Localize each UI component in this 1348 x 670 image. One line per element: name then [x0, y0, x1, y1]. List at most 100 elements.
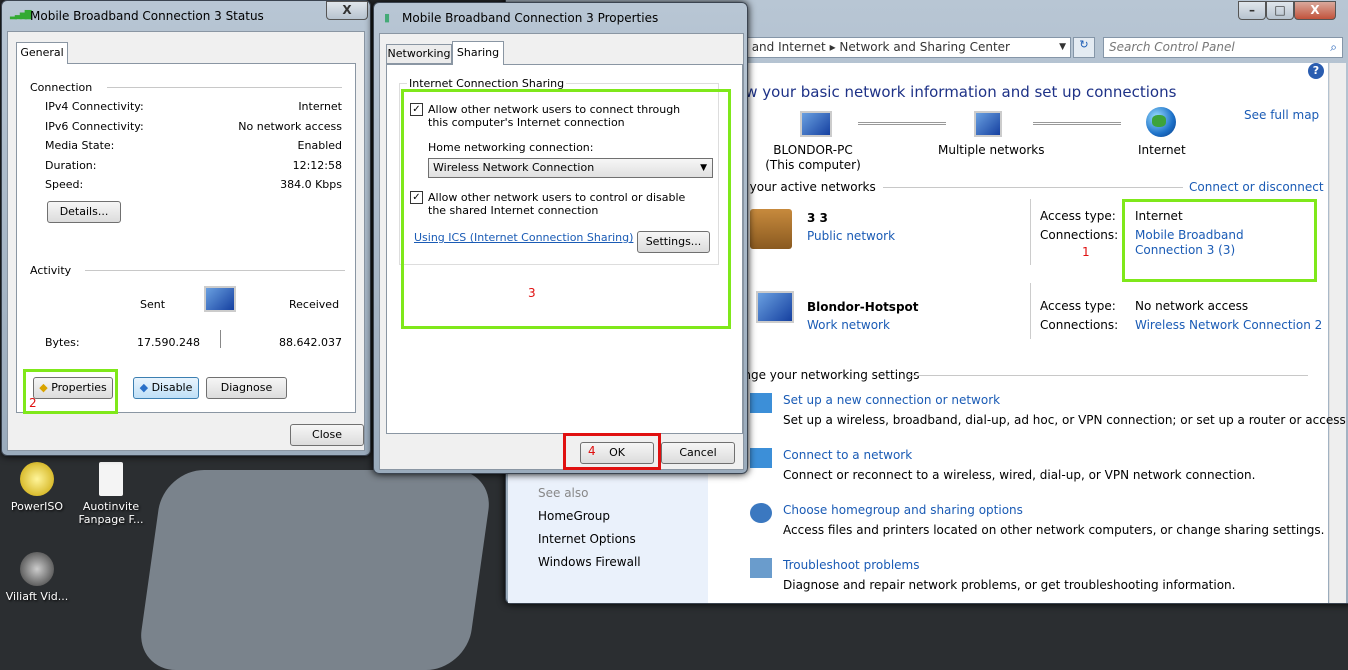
public-network-bench-icon [750, 209, 792, 249]
desktop-icon-auotinvite[interactable]: Auotinvite Fanpage F... [76, 462, 146, 526]
task-link[interactable]: Choose homegroup and sharing options [783, 503, 1023, 517]
close-button[interactable]: X [1294, 1, 1336, 20]
disable-button[interactable]: ◆ Disable [133, 377, 199, 399]
close-window-button[interactable]: X [326, 1, 368, 20]
status-row-value: Enabled [297, 139, 342, 152]
address-bar[interactable]: rk and Internet ▸ Network and Sharing Ce… [731, 37, 1071, 58]
annotation-box-1 [1122, 199, 1317, 282]
desktop-icon-poweriso[interactable]: PowerISO [2, 462, 72, 513]
tab-panel: Connection IPv4 Connectivity: Internet IP… [16, 63, 356, 414]
network-type-link[interactable]: Public network [807, 229, 895, 243]
maximize-button[interactable]: □ [1266, 1, 1294, 20]
diagnose-button[interactable]: Diagnose [206, 377, 287, 399]
signal-icon: ▂▃▅▇ [10, 10, 32, 20]
desktop-icon-video[interactable]: Viliaft Vid... [2, 552, 72, 603]
desktop-wallpaper-shape [135, 470, 495, 670]
file-icon [99, 462, 123, 496]
annotation-box-3 [401, 89, 731, 329]
computer-icon [800, 111, 832, 137]
status-row-label: IPv4 Connectivity: [45, 100, 144, 113]
settings-heading: ange your networking settings [736, 368, 920, 382]
status-window: ▂▃▅▇ Mobile Broadband Connection 3 Statu… [1, 0, 371, 456]
details-button[interactable]: Details... [47, 201, 121, 223]
search-input[interactable]: Search Control Panel ⌕ [1103, 37, 1343, 58]
bytes-label: Bytes: [45, 336, 80, 349]
activity-heading: Activity [30, 264, 72, 277]
annotation-box-4 [563, 433, 661, 470]
work-network-icon [756, 291, 794, 323]
modem-icon: ▮ [384, 11, 391, 24]
annotation-label-3: 3 [528, 286, 536, 300]
bytes-received: 88.642.037 [279, 336, 342, 349]
active-networks-heading: w your active networks [736, 180, 876, 194]
annotation-label-4: 4 [588, 444, 596, 458]
annotation-label-2: 2 [29, 396, 37, 410]
status-row-label: Speed: [45, 178, 84, 191]
scrollbar[interactable] [1329, 63, 1346, 603]
breadcrumb-item[interactable]: Network and Sharing Center [839, 40, 1010, 54]
network-name: Blondor-Hotspot [807, 300, 919, 314]
homegroup-icon [750, 503, 772, 523]
tab-panel: Internet Connection Sharing ✓ Allow othe… [386, 64, 743, 434]
wireless-connection-link[interactable]: Wireless Network Connection 2 [1135, 318, 1322, 332]
task-desc: Access files and printers located on oth… [783, 523, 1325, 537]
dialog-body: General Connection IPv4 Connectivity: In… [7, 31, 365, 451]
access-type-value: No network access [1135, 299, 1249, 313]
troubleshoot-icon [750, 558, 772, 578]
bytes-sent: 17.590.248 [137, 336, 200, 349]
connections-label: Connections: [1040, 228, 1119, 242]
see-also-heading: See also [538, 486, 589, 500]
help-icon[interactable]: ? [1308, 63, 1324, 79]
chevron-down-icon[interactable]: ▼ [1059, 38, 1066, 57]
connection-heading: Connection [30, 81, 93, 94]
cancel-button[interactable]: Cancel [661, 442, 735, 464]
see-full-map-link[interactable]: See full map [1244, 108, 1319, 122]
search-icon: ⌕ [1330, 40, 1337, 54]
properties-window: ▮ Mobile Broadband Connection 3 Properti… [373, 2, 748, 474]
map-multiple-networks[interactable]: Multiple networks [938, 143, 1044, 157]
tab-networking[interactable]: Networking [386, 44, 452, 64]
tab-sharing[interactable]: Sharing [452, 41, 504, 65]
network-activity-icon [204, 286, 236, 312]
task-desc: Connect or reconnect to a wireless, wire… [783, 468, 1256, 482]
page-title: ew your basic network information and se… [736, 83, 1177, 101]
connect-network-icon [750, 448, 772, 468]
connect-or-disconnect-link[interactable]: Connect or disconnect [1189, 180, 1324, 194]
dialog-body: Networking Sharing Internet Connection S… [379, 33, 744, 470]
refresh-icon[interactable]: ↻ [1073, 37, 1095, 58]
task-link[interactable]: Connect to a network [783, 448, 912, 462]
status-row-value: 12:12:58 [292, 158, 342, 172]
status-row-value: No network access [238, 119, 342, 133]
received-label: Received [289, 298, 340, 311]
window-title: Mobile Broadband Connection 3 Status [30, 9, 264, 23]
disc-icon [20, 462, 54, 496]
network-type-link[interactable]: Work network [807, 318, 890, 332]
connections-label: Connections: [1040, 318, 1119, 332]
task-desc: Set up a wireless, broadband, dial-up, a… [783, 413, 1348, 427]
see-also-internet-options[interactable]: Internet Options [538, 532, 636, 546]
map-computer[interactable]: BLONDOR-PC (This computer) [748, 143, 878, 173]
status-row-label: Media State: [45, 139, 115, 152]
shield-icon: ◆ [139, 381, 149, 394]
status-row-label: IPv6 Connectivity: [45, 119, 144, 133]
task-link[interactable]: Set up a new connection or network [783, 393, 1000, 407]
sent-label: Sent [140, 298, 166, 311]
window-title: Mobile Broadband Connection 3 Properties [402, 11, 659, 25]
tab-general[interactable]: General [16, 42, 68, 64]
multiple-networks-icon [974, 111, 1002, 137]
map-internet[interactable]: Internet [1138, 143, 1186, 157]
film-reel-icon [20, 552, 54, 586]
status-row-label: Duration: [45, 158, 97, 172]
breadcrumb-item[interactable]: rk and Internet [736, 40, 826, 54]
access-type-label: Access type: [1040, 209, 1116, 223]
new-connection-icon [750, 393, 772, 413]
task-link[interactable]: Troubleshoot problems [783, 558, 919, 572]
left-pane: See also HomeGroup Internet Options Wind… [508, 463, 708, 603]
see-also-windows-firewall[interactable]: Windows Firewall [538, 555, 641, 569]
task-desc: Diagnose and repair network problems, or… [783, 578, 1236, 592]
annotation-label-1: 1 [1082, 245, 1090, 259]
close-button[interactable]: Close [290, 424, 364, 446]
minimize-button[interactable]: – [1238, 1, 1266, 20]
see-also-homegroup[interactable]: HomeGroup [538, 509, 610, 523]
internet-globe-icon [1146, 107, 1176, 137]
